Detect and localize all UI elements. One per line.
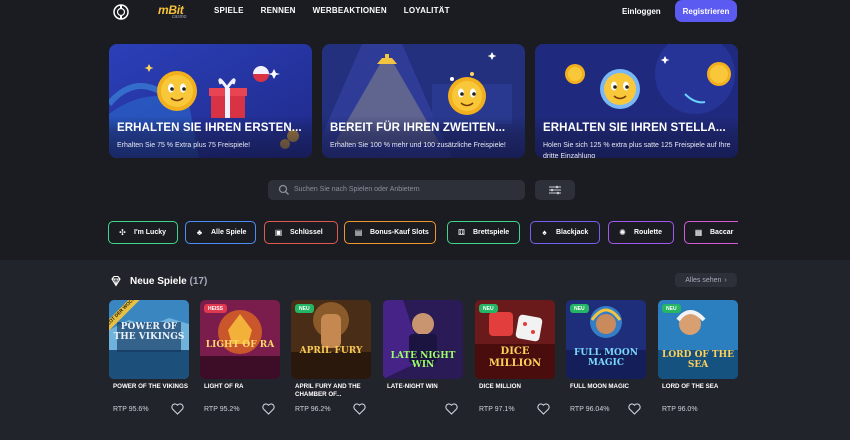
category-roulette[interactable]: ✺ Roulette	[608, 221, 674, 244]
game-art-title: APRIL FURY	[299, 346, 363, 356]
game-art-title: POWER OF THE VIKINGS	[113, 322, 185, 342]
new-badge: NEU	[295, 304, 314, 313]
section-title: Neue Spiele (17)	[130, 276, 208, 287]
heart-icon[interactable]	[537, 403, 550, 415]
game-rtp: RTP 96.04%	[570, 406, 610, 413]
casino-chip-icon[interactable]	[113, 4, 129, 20]
game-art-title: LORD OF THE SEA	[661, 350, 734, 370]
bonus-icon: ▤	[354, 228, 363, 237]
blackjack-icon: ♠	[542, 228, 547, 237]
category-im-lucky[interactable]: ✣ I'm Lucky	[108, 221, 178, 244]
game-art-title: LATE NIGHT WIN	[390, 351, 456, 370]
promo-card-first-deposit[interactable]: ERHALTEN SIE IHREN ERSTEN... Erhalten Si…	[109, 44, 312, 158]
category-baccarat[interactable]: ▦ Baccar	[684, 221, 738, 244]
game-thumbnail[interactable]: LIGHT OF RA HEISS	[200, 300, 280, 379]
clover-icon: ✣	[119, 228, 126, 237]
new-badge: NEU	[570, 304, 589, 313]
top-header: mBit casino SPIELE RENNEN WERBEAKTIONEN …	[0, 0, 850, 24]
register-button[interactable]: Registrieren	[675, 0, 737, 22]
cards-icon: ♣	[196, 228, 203, 237]
new-badge: NEU	[662, 304, 681, 313]
game-card[interactable]: LORD OF THE SEA NEU LORD OF THE SEA RTP …	[658, 300, 738, 440]
promo-description: Erhalten Sie 75 % Extra plus 75 Freispie…	[117, 142, 251, 149]
game-art-title: LIGHT OF RA	[205, 340, 275, 350]
game-rtp: RTP 95.6%	[113, 406, 149, 413]
promo-card-third-deposit[interactable]: ERHALTEN SIE IHREN STELLA... Holen Sie s…	[535, 44, 738, 158]
see-all-button[interactable]: Alles sehen ›	[675, 273, 737, 287]
nav-spiele[interactable]: SPIELE	[214, 6, 244, 15]
search-placeholder: Suchen Sie nach Spielen oder Anbietern	[294, 186, 420, 193]
main-nav: SPIELE RENNEN WERBEAKTIONEN LOYALITÄT	[214, 6, 450, 15]
game-name: DICE MILLION	[479, 383, 521, 390]
game-name: LORD OF THE SEA	[662, 383, 719, 390]
heart-icon[interactable]	[628, 403, 641, 415]
game-name: APRIL FURY AND THE CHAMBER OF...	[295, 383, 361, 398]
category-schluessel[interactable]: ▣ Schlüssel	[264, 221, 338, 244]
nav-rennen[interactable]: RENNEN	[261, 6, 296, 15]
promo-card-second-deposit[interactable]: BEREIT FÜR IHREN ZWEITEN... Erhalten Sie…	[322, 44, 525, 158]
chevron-right-icon: ›	[724, 276, 727, 284]
section-count: (17)	[189, 276, 208, 287]
game-art-title: FULL MOON MAGIC	[574, 348, 638, 368]
game-rtp: RTP 96.0%	[662, 406, 698, 413]
hot-badge: HEISS	[204, 304, 228, 313]
heart-icon[interactable]	[445, 403, 458, 415]
sliders-icon	[549, 185, 561, 195]
game-art-title: DICE MILLION	[488, 346, 542, 369]
promo-title: ERHALTEN SIE IHREN STELLA...	[543, 122, 726, 134]
game-rtp: RTP 96.2%	[295, 406, 331, 413]
game-thumbnail[interactable]: FULL MOON MAGIC NEU	[566, 300, 646, 379]
roulette-icon: ✺	[619, 228, 626, 237]
game-thumbnail[interactable]: POWER OF THE VIKINGS SLOT DER WOCHE	[109, 300, 189, 379]
game-name: LATE-NIGHT WIN	[387, 383, 438, 390]
new-badge: NEU	[479, 304, 498, 313]
board-icon: ⚅	[458, 228, 465, 237]
promo-description: Holen Sie sich 125 % extra plus satte 12…	[543, 142, 731, 158]
heart-icon[interactable]	[262, 403, 275, 415]
game-rtp: RTP 97.1%	[479, 406, 515, 413]
diamond-icon	[111, 275, 121, 287]
nav-loyalitaet[interactable]: LOYALITÄT	[404, 6, 450, 15]
nav-werbeaktionen[interactable]: WERBEAKTIONEN	[313, 6, 387, 15]
heart-icon[interactable]	[353, 403, 366, 415]
category-brettspiele[interactable]: ⚅ Brettspiele	[447, 221, 520, 244]
category-blackjack[interactable]: ♠ Blackjack	[530, 221, 600, 244]
heart-icon[interactable]	[171, 403, 184, 415]
game-thumbnail[interactable]: LATE NIGHT WIN	[383, 300, 463, 379]
game-thumbnail[interactable]: APRIL FURY NEU	[291, 300, 371, 379]
login-button[interactable]: Einloggen	[622, 7, 661, 16]
baccarat-icon: ▦	[694, 228, 703, 237]
game-name: FULL MOON MAGIC	[570, 383, 630, 390]
game-thumbnail[interactable]: LORD OF THE SEA NEU	[658, 300, 738, 379]
game-name: POWER OF THE VIKINGS	[113, 383, 188, 390]
promo-title: ERHALTEN SIE IHREN ERSTEN...	[117, 122, 302, 134]
game-rtp: RTP 95.2%	[204, 406, 240, 413]
brand-logo-sub: casino	[172, 14, 187, 20]
game-thumbnail[interactable]: DICE MILLION NEU	[475, 300, 555, 379]
category-alle-spiele[interactable]: ♣ Alle Spiele	[185, 221, 256, 244]
search-icon	[278, 184, 289, 195]
game-search-bar[interactable]: Suchen Sie nach Spielen oder Anbietern	[268, 180, 525, 200]
promo-title: BEREIT FÜR IHREN ZWEITEN...	[330, 122, 506, 134]
promo-description: Erhalten Sie 100 % mehr und 100 zusätzli…	[330, 142, 506, 149]
filter-button[interactable]	[535, 180, 575, 200]
game-name: LIGHT OF RA	[204, 383, 244, 390]
category-bonus-kauf-slots[interactable]: ▤ Bonus-Kauf Slots	[344, 221, 436, 244]
slot-icon: ▣	[274, 228, 283, 237]
